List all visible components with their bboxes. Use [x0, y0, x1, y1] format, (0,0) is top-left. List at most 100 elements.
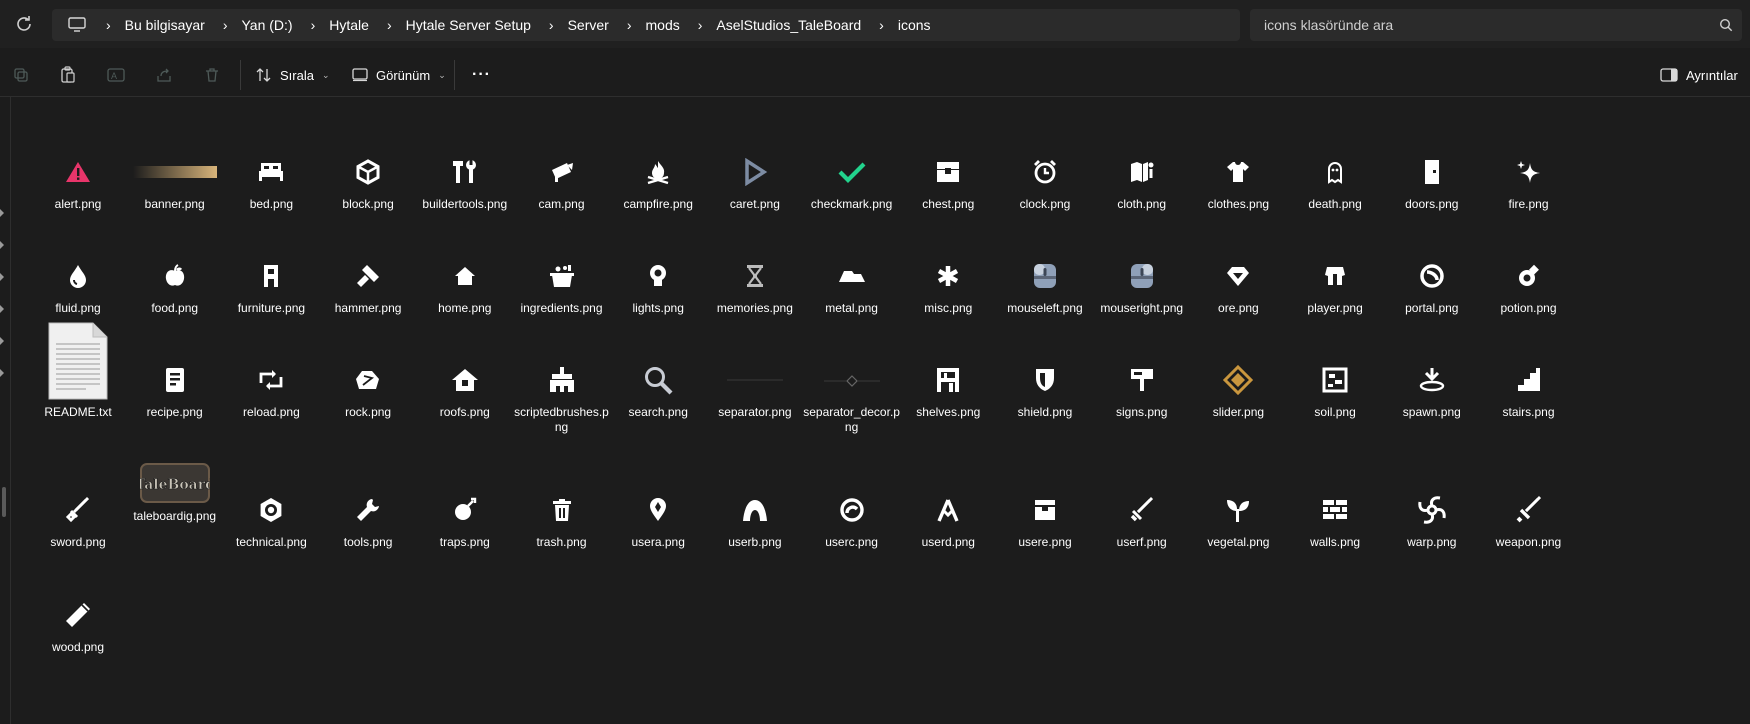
search-box[interactable]	[1250, 9, 1742, 41]
file-item[interactable]: reload.png	[223, 360, 319, 420]
file-item[interactable]: sword.png	[30, 490, 126, 550]
file-item[interactable]: search.png	[610, 360, 706, 420]
file-item[interactable]: clothes.png	[1190, 152, 1286, 212]
file-item[interactable]: soil.png	[1287, 360, 1383, 420]
rename-icon[interactable]: A	[105, 64, 127, 86]
file-item[interactable]: home.png	[417, 256, 513, 316]
expand-arrow-icon[interactable]	[0, 369, 4, 377]
expand-arrow-icon[interactable]	[0, 273, 4, 281]
expand-arrow-icon[interactable]	[0, 305, 4, 313]
breadcrumb-item[interactable]: Bu bilgisayar	[125, 17, 205, 33]
search-icon[interactable]	[1710, 9, 1742, 41]
file-item[interactable]: food.png	[127, 256, 223, 316]
file-item[interactable]: TaleBoard taleboardig.png	[127, 462, 223, 524]
paste-icon[interactable]	[57, 64, 79, 86]
file-item[interactable]: potion.png	[1481, 256, 1577, 316]
file-item[interactable]: weapon.png	[1481, 490, 1577, 550]
file-item[interactable]: memories.png	[707, 256, 803, 316]
file-item[interactable]: scriptedbrushes.png	[514, 360, 610, 435]
file-item[interactable]: rock.png	[320, 360, 416, 420]
view-button[interactable]: Görünüm ⌄	[352, 62, 446, 88]
file-item[interactable]: spawn.png	[1384, 360, 1480, 420]
file-item[interactable]: bed.png	[223, 152, 319, 212]
chevron-right-icon[interactable]: ›	[879, 17, 884, 33]
file-item[interactable]: userb.png	[707, 490, 803, 550]
file-item[interactable]: portal.png	[1384, 256, 1480, 316]
file-item[interactable]: vegetal.png	[1190, 490, 1286, 550]
file-item[interactable]: roofs.png	[417, 360, 513, 420]
file-item[interactable]: trash.png	[514, 490, 610, 550]
delete-icon[interactable]	[201, 64, 223, 86]
file-item[interactable]: usere.png	[997, 490, 1093, 550]
file-item[interactable]: ore.png	[1190, 256, 1286, 316]
details-pane-button[interactable]: Ayrıntılar	[1660, 62, 1738, 88]
breadcrumb-item[interactable]: mods	[646, 17, 680, 33]
chevron-right-icon[interactable]: ›	[627, 17, 632, 33]
file-item[interactable]: traps.png	[417, 490, 513, 550]
chevron-right-icon[interactable]: ›	[698, 17, 703, 33]
refresh-icon[interactable]	[12, 12, 36, 36]
file-item[interactable]: cloth.png	[1094, 152, 1190, 212]
file-item[interactable]: userd.png	[900, 490, 996, 550]
navigation-pane-scrollbar[interactable]	[2, 487, 6, 517]
file-item[interactable]: block.png	[320, 152, 416, 212]
expand-arrow-icon[interactable]	[0, 337, 4, 345]
chevron-right-icon[interactable]: ›	[387, 17, 392, 33]
file-item[interactable]: shield.png	[997, 360, 1093, 420]
expand-arrow-icon[interactable]	[0, 209, 4, 217]
file-item[interactable]: clock.png	[997, 152, 1093, 212]
file-item[interactable]: mouseright.png	[1094, 256, 1190, 316]
file-item[interactable]: shelves.png	[900, 360, 996, 420]
file-item[interactable]: campfire.png	[610, 152, 706, 212]
expand-arrow-icon[interactable]	[0, 241, 4, 249]
file-item[interactable]: slider.png	[1190, 360, 1286, 420]
breadcrumb-item[interactable]: Server	[568, 17, 609, 33]
file-item[interactable]: ingredients.png	[514, 256, 610, 316]
file-item[interactable]: death.png	[1287, 152, 1383, 212]
sort-button[interactable]: Sırala ⌄	[256, 62, 330, 88]
file-item[interactable]: warp.png	[1384, 490, 1480, 550]
more-options-button[interactable]: ···	[472, 62, 491, 88]
breadcrumb-item[interactable]: Hytale Server Setup	[406, 17, 531, 33]
file-item[interactable]: alert.png	[30, 152, 126, 212]
file-item[interactable]: userf.png	[1094, 490, 1190, 550]
file-item[interactable]: checkmark.png	[804, 152, 900, 212]
file-item[interactable]: tools.png	[320, 490, 416, 550]
file-item[interactable]: technical.png	[223, 490, 319, 550]
file-item[interactable]: walls.png	[1287, 490, 1383, 550]
chevron-right-icon[interactable]: ›	[223, 17, 228, 33]
breadcrumb-item-current[interactable]: icons	[898, 17, 931, 33]
file-item[interactable]: recipe.png	[127, 360, 223, 420]
file-item[interactable]: furniture.png	[223, 256, 319, 316]
file-item[interactable]: fluid.png	[30, 256, 126, 316]
file-item[interactable]: chest.png	[900, 152, 996, 212]
file-item[interactable]: wood.png	[30, 595, 126, 655]
share-icon[interactable]	[153, 64, 175, 86]
breadcrumb-item[interactable]: Yan (D:)	[242, 17, 293, 33]
file-item[interactable]: banner.png	[127, 152, 223, 212]
file-item[interactable]: cam.png	[514, 152, 610, 212]
file-item[interactable]: separator.png	[707, 360, 803, 420]
chevron-right-icon[interactable]: ›	[311, 17, 316, 33]
file-item[interactable]: stairs.png	[1481, 360, 1577, 420]
breadcrumb[interactable]: › Bu bilgisayar › Yan (D:) › Hytale › Hy…	[52, 9, 1240, 41]
file-item[interactable]: README.txt	[30, 322, 126, 420]
computer-icon[interactable]	[66, 15, 88, 35]
file-item[interactable]: misc.png	[900, 256, 996, 316]
file-item[interactable]: signs.png	[1094, 360, 1190, 420]
file-item[interactable]: doors.png	[1384, 152, 1480, 212]
file-item[interactable]: metal.png	[804, 256, 900, 316]
copy-icon[interactable]	[10, 64, 32, 86]
file-item[interactable]: hammer.png	[320, 256, 416, 316]
breadcrumb-item[interactable]: Hytale	[329, 17, 369, 33]
breadcrumb-item[interactable]: AselStudios_TaleBoard	[716, 17, 861, 33]
file-item[interactable]: player.png	[1287, 256, 1383, 316]
file-item[interactable]: buildertools.png	[417, 152, 513, 212]
navigation-pane-collapsed[interactable]	[0, 97, 11, 724]
search-input[interactable]	[1262, 16, 1710, 34]
file-item[interactable]: fire.png	[1481, 152, 1577, 212]
file-item[interactable]: lights.png	[610, 256, 706, 316]
file-item[interactable]: usera.png	[610, 490, 706, 550]
file-item[interactable]: caret.png	[707, 152, 803, 212]
file-item[interactable]: mouseleft.png	[997, 256, 1093, 316]
